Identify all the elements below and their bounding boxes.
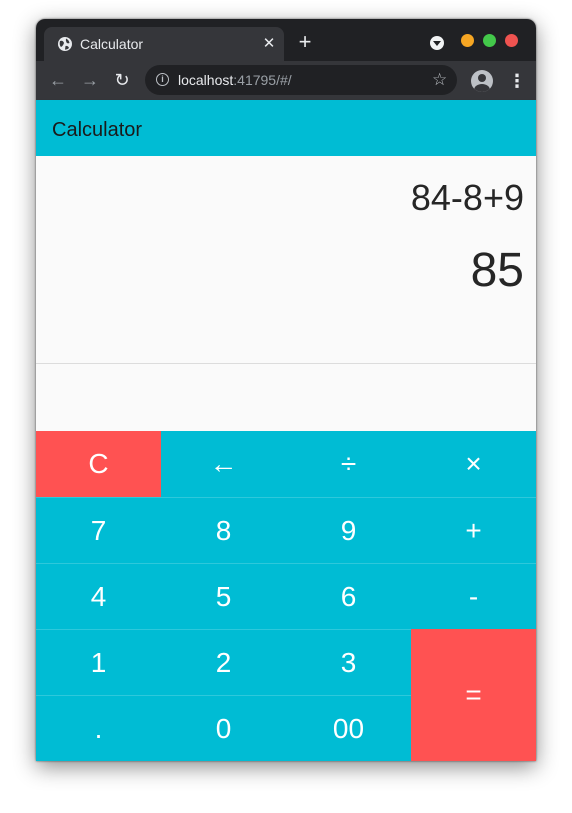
close-window-button[interactable] <box>505 34 518 47</box>
plus-button[interactable]: + <box>411 497 536 563</box>
url-host: localhost <box>178 72 234 88</box>
browser-toolbar: ← → ↻ i localhost:41795/#/ ☆ ⋮ <box>36 61 536 100</box>
double-zero-button[interactable]: 00 <box>286 695 411 761</box>
keypad: C ← ÷ × 7 8 9 + 4 5 6 - 1 2 3 = . 0 00 <box>36 431 536 761</box>
kebab-menu-icon[interactable]: ⋮ <box>508 71 526 91</box>
profile-icon[interactable] <box>471 70 493 92</box>
zero-button[interactable]: 0 <box>161 695 286 761</box>
nine-button[interactable]: 9 <box>286 497 411 563</box>
close-icon[interactable]: ✕ <box>260 35 278 53</box>
clear-button[interactable]: C <box>36 431 161 497</box>
six-button[interactable]: 6 <box>286 563 411 629</box>
eight-button[interactable]: 8 <box>161 497 286 563</box>
plus-icon[interactable]: + <box>294 31 316 54</box>
back-arrow-icon[interactable]: ← <box>47 69 69 91</box>
divide-button[interactable]: ÷ <box>286 431 411 497</box>
reload-icon[interactable]: ↻ <box>111 69 133 91</box>
five-button[interactable]: 5 <box>161 563 286 629</box>
globe-icon <box>58 37 72 51</box>
page-title: Calculator <box>52 119 143 141</box>
tab-strip: Calculator ✕ + <box>36 19 536 61</box>
url-text[interactable]: localhost:41795/#/ <box>178 71 292 89</box>
dot-button[interactable]: . <box>36 695 161 761</box>
tab-title: Calculator <box>80 36 144 52</box>
calculator-display: 84-8+9 85 <box>36 156 536 363</box>
info-icon[interactable]: i <box>156 73 169 86</box>
forward-arrow-icon[interactable]: → <box>79 69 101 91</box>
minimize-button[interactable] <box>461 34 474 47</box>
tab-search-icon[interactable] <box>430 36 444 50</box>
backspace-button[interactable]: ← <box>161 431 286 497</box>
seven-button[interactable]: 7 <box>36 497 161 563</box>
profile-head <box>478 74 486 82</box>
browser-window: Calculator ✕ + ← → ↻ i localhost:41795/#… <box>36 19 536 761</box>
multiply-button[interactable]: × <box>411 431 536 497</box>
two-button[interactable]: 2 <box>161 629 286 695</box>
profile-body <box>474 84 490 92</box>
one-button[interactable]: 1 <box>36 629 161 695</box>
tab-calculator[interactable]: Calculator ✕ <box>44 27 284 61</box>
app-bar: Calculator <box>36 100 536 156</box>
three-button[interactable]: 3 <box>286 629 411 695</box>
four-button[interactable]: 4 <box>36 563 161 629</box>
expression-text: 84-8+9 <box>410 177 524 218</box>
url-path: :41795/#/ <box>233 72 292 88</box>
address-bar[interactable]: i localhost:41795/#/ ☆ <box>145 65 457 95</box>
star-icon[interactable]: ☆ <box>432 69 447 91</box>
history-area <box>36 364 536 431</box>
maximize-button[interactable] <box>483 34 496 47</box>
result-text: 85 <box>470 244 524 297</box>
equals-button[interactable]: = <box>411 629 536 761</box>
minus-button[interactable]: - <box>411 563 536 629</box>
